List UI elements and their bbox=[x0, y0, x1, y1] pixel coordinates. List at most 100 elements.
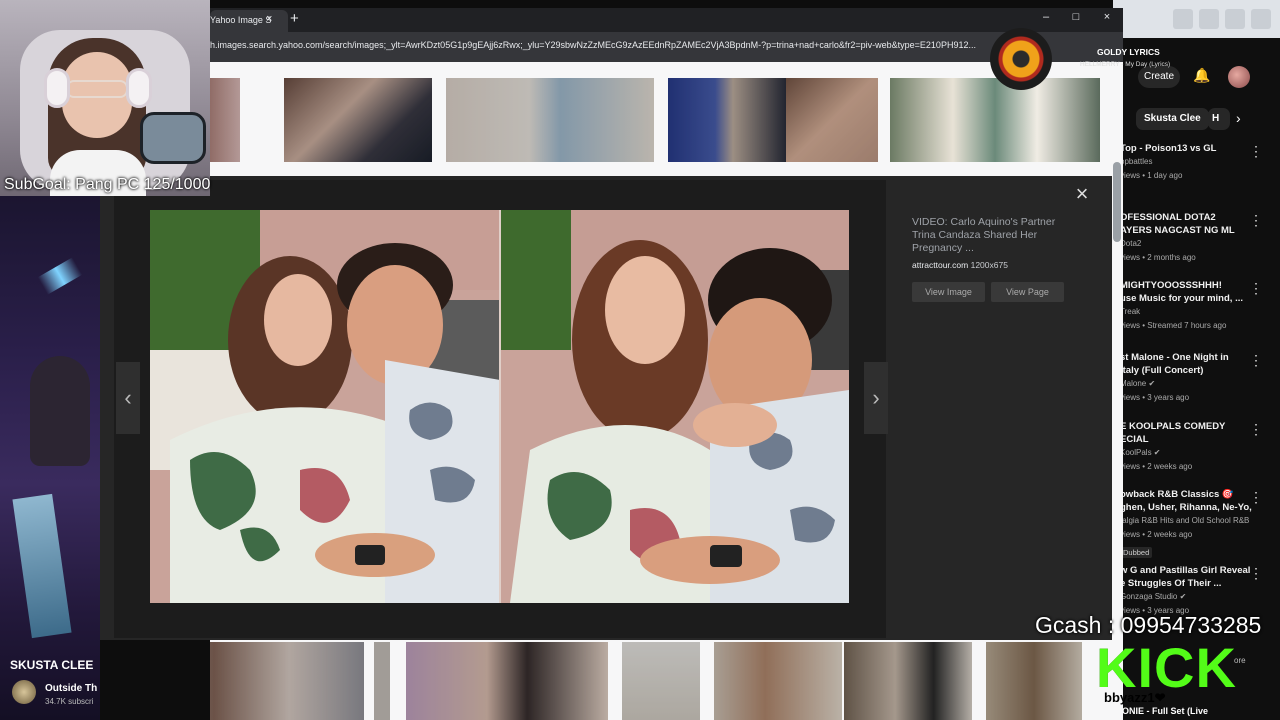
gcash-overlay: Gcash : 09954733285 bbox=[1035, 612, 1262, 638]
list-item[interactable]: st Malone - One Night in Italy (Full Con… bbox=[1120, 351, 1254, 405]
list-item[interactable]: Top - Poison13 vs GL opbattles views • 1… bbox=[1120, 142, 1254, 183]
webcam-feed bbox=[0, 0, 210, 196]
view-image-button[interactable]: View Image bbox=[912, 282, 985, 302]
source-domain-link[interactable]: attracttour.com bbox=[912, 260, 968, 270]
video-title[interactable]: SKUSTA CLEE bbox=[10, 658, 93, 672]
list-item[interactable]: owback R&B Classics 🎯 ghen, Usher, Rihan… bbox=[1120, 488, 1254, 560]
url-text[interactable]: h.images.search.yahoo.com/search/images;… bbox=[210, 40, 976, 50]
image-thumbnail[interactable] bbox=[406, 642, 608, 720]
subgoal-text: SubGoal: Pang PC 125/1000 bbox=[4, 176, 211, 193]
view-page-button[interactable]: View Page bbox=[991, 282, 1064, 302]
video-title: w G and Pastillas Girl Reveal bbox=[1120, 565, 1251, 576]
video-meta: views • 2 weeks ago bbox=[1120, 462, 1193, 471]
image-thumbnail[interactable] bbox=[622, 642, 700, 720]
kick-username: bbyazz1❤ bbox=[1104, 690, 1166, 705]
maximize-button[interactable]: □ bbox=[1065, 11, 1087, 23]
image-source: attracttour.com 1200x675 bbox=[912, 260, 1008, 270]
video-title: Top - Poison13 vs GL bbox=[1120, 143, 1217, 154]
glasses bbox=[66, 80, 128, 98]
more-options-icon[interactable]: ⋮ bbox=[1249, 144, 1263, 158]
image-thumbnail-selected[interactable] bbox=[890, 78, 1100, 162]
channel-name: Gonzaga Studio ✔ bbox=[1120, 592, 1187, 601]
more-options-icon[interactable]: ⋮ bbox=[1249, 566, 1263, 580]
more-options-icon[interactable]: ⋮ bbox=[1249, 422, 1263, 436]
more-options-icon[interactable]: ⋮ bbox=[1249, 490, 1263, 504]
minimize-button[interactable]: – bbox=[1035, 11, 1057, 23]
headphone-left bbox=[44, 68, 70, 108]
channel-avatar[interactable] bbox=[12, 680, 36, 704]
video-title[interactable]: ONIE - Full Set (Live bbox=[1122, 706, 1208, 716]
image-dimensions: 1200x675 bbox=[970, 260, 1008, 270]
video-title: use Music for your mind, ... bbox=[1120, 293, 1243, 304]
list-item[interactable]: w G and Pastillas Girl Reveal e Struggle… bbox=[1120, 564, 1254, 618]
list-item[interactable]: MIGHTYOOOSSSHHH! use Music for your mind… bbox=[1120, 279, 1254, 333]
vinyl-record-icon bbox=[990, 28, 1052, 90]
video-title: Italy (Full Concert) bbox=[1120, 365, 1204, 376]
image-thumbnail[interactable] bbox=[210, 642, 364, 720]
video-title: ECIAL bbox=[1120, 434, 1149, 445]
chip-h[interactable]: H bbox=[1208, 108, 1230, 130]
new-tab-button[interactable]: + bbox=[290, 10, 299, 27]
video-title: MIGHTYOOOSSSHHH! bbox=[1120, 280, 1222, 291]
dubbed-badge: Dubbed bbox=[1120, 547, 1153, 558]
image-thumbnail[interactable] bbox=[986, 642, 1082, 720]
video-title: e Struggles Of Their ... bbox=[1120, 578, 1222, 589]
phone-screen bbox=[12, 493, 72, 639]
headphone-right bbox=[126, 68, 152, 108]
channel-name: Dota2 bbox=[1120, 239, 1142, 248]
list-item[interactable]: OFESSIONAL DOTA2 AYERS NAGCAST NG ML Dot… bbox=[1120, 211, 1254, 265]
tab-yahoo-images[interactable]: Yahoo Image S × bbox=[210, 10, 288, 32]
image-thumbnail[interactable] bbox=[786, 78, 878, 162]
close-icon[interactable]: × bbox=[1070, 182, 1094, 206]
previous-image-button[interactable]: ‹ bbox=[116, 362, 140, 434]
background-video[interactable] bbox=[0, 196, 100, 720]
now-playing-title: GOLDY LYRICS bbox=[1097, 47, 1160, 57]
image-thumbnail[interactable] bbox=[446, 78, 654, 162]
video-meta: views • 2 months ago bbox=[1120, 253, 1196, 262]
tab-icon[interactable] bbox=[1173, 9, 1193, 29]
tab-icon[interactable] bbox=[1199, 9, 1219, 29]
image-thumbnail[interactable] bbox=[284, 78, 432, 162]
now-playing-track: HELLMERRY - My Day (Lyrics) bbox=[1080, 61, 1171, 68]
image-thumbnail[interactable] bbox=[668, 78, 786, 162]
channel-name: opbattles bbox=[1120, 157, 1153, 166]
channel-name: KoolPals ✔ bbox=[1120, 448, 1161, 457]
performer bbox=[30, 356, 90, 466]
microphone bbox=[140, 112, 206, 164]
image-thumbnail[interactable] bbox=[210, 78, 240, 162]
chip-skusta-clee[interactable]: Skusta Clee bbox=[1136, 108, 1209, 130]
image-thumbnail[interactable] bbox=[374, 642, 390, 720]
close-icon[interactable]: × bbox=[266, 13, 272, 25]
more-options-icon[interactable]: ⋮ bbox=[1249, 353, 1263, 367]
channel-name[interactable]: Outside Th bbox=[45, 683, 97, 694]
list-item[interactable]: E KOOLPALS COMEDY ECIAL KoolPals ✔ views… bbox=[1120, 420, 1254, 474]
video-title: owback R&B Classics 🎯 bbox=[1120, 489, 1234, 500]
next-image-button[interactable]: › bbox=[864, 362, 888, 434]
tab-icon[interactable] bbox=[1225, 9, 1245, 29]
couple-photo bbox=[150, 210, 849, 603]
chevron-right-icon[interactable]: › bbox=[1236, 110, 1241, 126]
image-title-link[interactable]: VIDEO: Carlo Aquino's Partner Trina Cand… bbox=[912, 216, 1072, 255]
avatar[interactable] bbox=[1228, 66, 1250, 88]
tab-title: Yahoo Image S bbox=[210, 15, 272, 25]
scrollbar[interactable] bbox=[1113, 162, 1121, 242]
video-meta: views • 1 day ago bbox=[1120, 171, 1183, 180]
window-close-button[interactable]: × bbox=[1096, 11, 1118, 23]
address-bar[interactable]: h.images.search.yahoo.com/search/images;… bbox=[210, 32, 1123, 62]
video-meta: views • 3 years ago bbox=[1120, 393, 1190, 402]
video-title: AYERS NAGCAST NG ML bbox=[1120, 225, 1235, 236]
video-meta: views • Streamed 7 hours ago bbox=[1120, 321, 1227, 330]
channel-name: Treak bbox=[1120, 307, 1141, 316]
video-title: ghen, Usher, Rihanna, Ne-Yo, ... bbox=[1120, 502, 1254, 513]
tab-strip: Yahoo Image S × + – □ × bbox=[210, 8, 1123, 32]
image-thumbnail[interactable] bbox=[714, 642, 842, 720]
subscriber-count: 34.7K subscri bbox=[45, 697, 94, 706]
image-thumbnail[interactable] bbox=[844, 642, 972, 720]
video-meta: views • 2 weeks ago bbox=[1120, 530, 1193, 539]
more-options-icon[interactable]: ⋮ bbox=[1249, 213, 1263, 227]
video-title: E KOOLPALS COMEDY bbox=[1120, 421, 1226, 432]
more-options-icon[interactable]: ⋮ bbox=[1249, 281, 1263, 295]
tab-icon[interactable] bbox=[1251, 9, 1271, 29]
preview-image[interactable] bbox=[150, 210, 849, 603]
video-title: OFESSIONAL DOTA2 bbox=[1120, 212, 1216, 223]
